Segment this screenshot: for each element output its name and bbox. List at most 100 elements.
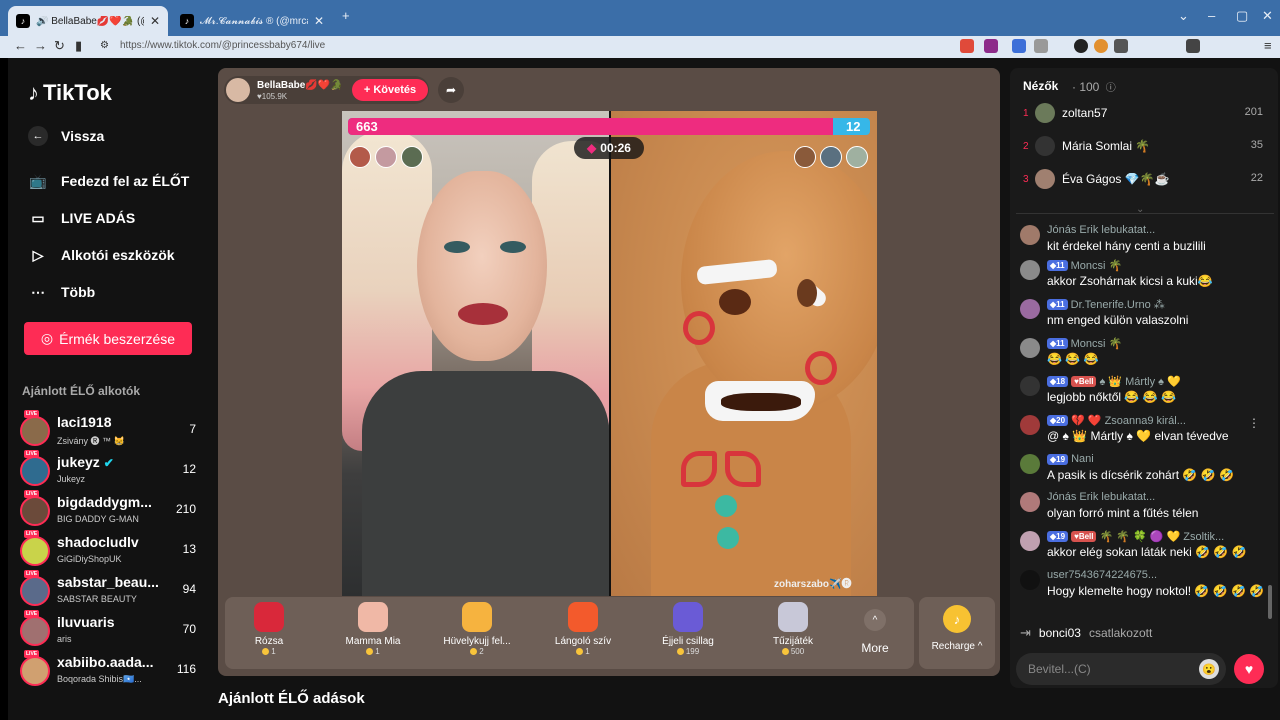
- extension-icon[interactable]: [1074, 39, 1088, 53]
- back-arrow-icon[interactable]: ←: [14, 38, 27, 53]
- chat-message[interactable]: ◆ 11 Dr.Tenerife.Urno ⁂ nm enged külön vala…: [1020, 298, 1265, 334]
- top-viewer[interactable]: 3 Éva Gágos 💎🌴☕ 22: [1023, 169, 1263, 193]
- supporter-avatar[interactable]: [820, 146, 842, 168]
- live-video[interactable]: [342, 111, 877, 596]
- suggested-creator[interactable]: LIVE sabstar_beau... SABSTAR BEAUTY 94: [20, 570, 200, 612]
- extension-icon[interactable]: [1094, 39, 1108, 53]
- gift-item[interactable]: Lángoló szív 1: [535, 602, 631, 668]
- tiktok-note-icon: ♪: [28, 80, 39, 105]
- top-viewer[interactable]: 1 zoltan57 201: [1023, 103, 1263, 127]
- creator-subtitle: Boqorada Shibis🇸🇴...: [57, 674, 142, 684]
- gingerbread-cheek: [805, 351, 837, 385]
- chat-scrollbar[interactable]: [1268, 585, 1272, 619]
- maximize-button[interactable]: ▢: [1236, 8, 1248, 24]
- tiktok-favicon-icon: ♪: [180, 14, 194, 28]
- bookmark-icon[interactable]: ▮: [75, 38, 82, 54]
- get-coins-button[interactable]: ◎ Érmék beszerzése: [24, 322, 192, 355]
- chat-username[interactable]: ◆ 18 ♥ Bell ♠ 👑 Mártly ♠ 💛: [1047, 375, 1181, 388]
- gift-item[interactable]: Éjjeli csillag 199: [640, 602, 736, 668]
- gift-item[interactable]: Rózsa 1: [221, 602, 317, 668]
- gingerbread-button: [717, 527, 739, 549]
- chat-message[interactable]: Jónás Erik lebukatat... kit érdekel hány …: [1020, 224, 1265, 260]
- supporter-avatar[interactable]: [401, 146, 423, 168]
- extension-icon[interactable]: [960, 39, 974, 53]
- chat-username[interactable]: ◆ 19 ♥ Bell 🌴 🌴 🍀 🟣 💛 Zsoltik...: [1047, 530, 1224, 543]
- chat-message[interactable]: ◆ 19 Nani A pasik is dícsérik zohárt 🤣 🤣 🤣: [1020, 453, 1265, 489]
- live-badge: LIVE: [24, 530, 40, 538]
- top-viewer[interactable]: 2 Mária Somlai 🌴 35: [1023, 136, 1263, 160]
- message-options-icon[interactable]: ⋮: [1248, 416, 1260, 430]
- gift-item[interactable]: Mamma Mia 1: [325, 602, 421, 668]
- info-icon[interactable]: ⓘ: [1106, 83, 1116, 94]
- follow-button[interactable]: + Követés: [352, 79, 428, 101]
- chat-message[interactable]: ◆ 11 Moncsi 🌴 😂 😂 😂: [1020, 337, 1265, 373]
- close-tab-icon[interactable]: ✕: [150, 14, 160, 28]
- site-settings-icon[interactable]: ⚙: [100, 40, 109, 51]
- chat-message[interactable]: ◆ 19 ♥ Bell 🌴 🌴 🍀 🟣 💛 Zsoltik... akkor elég s…: [1020, 530, 1265, 566]
- chat-avatar: [1020, 492, 1040, 512]
- more-gifts-button[interactable]: ^ More: [855, 609, 895, 665]
- host-avatar[interactable]: [226, 78, 250, 102]
- recharge-button[interactable]: ♪ Recharge ^: [919, 597, 995, 669]
- supporter-avatar[interactable]: [846, 146, 868, 168]
- supporter-avatar[interactable]: [375, 146, 397, 168]
- chat-message[interactable]: ◆ 18 ♥ Bell ♠ 👑 Mártly ♠ 💛 legjobb nőktől 😂 😂…: [1020, 375, 1265, 411]
- chat-username[interactable]: Jónás Erik lebukatat...: [1047, 224, 1155, 236]
- chat-avatar: [1020, 260, 1040, 280]
- reload-icon[interactable]: ↻: [54, 38, 65, 54]
- chat-message[interactable]: user7543674224675... Hogy klemelte hogy n…: [1020, 569, 1265, 605]
- extension-icon[interactable]: [1012, 39, 1026, 53]
- creator-subtitle: Zsivány 🅡 ™ 😸: [57, 436, 125, 446]
- extension-icon[interactable]: [1114, 39, 1128, 53]
- chat-username[interactable]: ◆ 20 💔 ❤️ Zsoanna9 királ...: [1047, 414, 1186, 427]
- nav-creator-tools[interactable]: ▷ Alkotói eszközök: [28, 245, 175, 265]
- supporter-avatar[interactable]: [349, 146, 371, 168]
- chat-username[interactable]: ◆ 11 Moncsi 🌴: [1047, 337, 1122, 350]
- chat-username[interactable]: Jónás Erik lebukatat...: [1047, 491, 1155, 503]
- nav-more[interactable]: ⋯ Több: [28, 282, 95, 302]
- tab-search-icon[interactable]: ⌄: [1178, 8, 1189, 24]
- browser-tab-inactive[interactable]: ♪ 𝓜𝓻.𝓒𝓪𝓷𝓷𝓪𝓫𝓲𝓼 ® (@mrcannabis_) ✕: [172, 6, 332, 36]
- close-window-button[interactable]: ✕: [1262, 8, 1273, 24]
- live-badge: LIVE: [24, 450, 40, 458]
- supporter-avatar[interactable]: [794, 146, 816, 168]
- nav-go-live[interactable]: ▭ LIVE ADÁS: [28, 208, 135, 228]
- gift-item[interactable]: Hüvelykujj fel... 2: [429, 602, 525, 668]
- url-field[interactable]: https://www.tiktok.com/@princessbaby674/…: [120, 40, 325, 51]
- gingerbread-eye: [797, 279, 817, 307]
- new-tab-button[interactable]: +: [342, 8, 350, 23]
- suggested-creator[interactable]: LIVE laci1918 Zsivány 🅡 ™ 😸 7: [20, 410, 200, 452]
- minimize-button[interactable]: –: [1208, 8, 1215, 23]
- sidebar-toggle-icon[interactable]: [1186, 39, 1200, 53]
- chat-message[interactable]: ◆ 11 Moncsi 🌴 akkor Zsohárnak kicsi a kuki😂: [1020, 259, 1265, 295]
- chat-username[interactable]: ◆ 19 Nani: [1047, 453, 1094, 465]
- chat-message[interactable]: Jónás Erik lebukatat... olyan forró mint …: [1020, 491, 1265, 527]
- browser-tab-active[interactable]: ♪ 🔊 BellaBabe💋❤️🐊 (@princessbaby674) ✕: [8, 6, 168, 36]
- suggested-creator[interactable]: LIVE jukeyz ✔ Jukeyz 12: [20, 450, 200, 492]
- tiktok-logo[interactable]: ♪ TikTok: [28, 80, 112, 106]
- gift-item[interactable]: Tűzijáték 500: [745, 602, 841, 668]
- heart-icon[interactable]: ♥: [1234, 654, 1264, 684]
- extension-icon[interactable]: [984, 39, 998, 53]
- suggested-creator[interactable]: LIVE xabiibo.aada... Boqorada Shibis🇸🇴... 1…: [20, 650, 200, 692]
- back-button[interactable]: ← Vissza: [28, 126, 104, 146]
- emoji-icon[interactable]: 😮: [1199, 659, 1219, 679]
- chat-username[interactable]: ◆ 11 Moncsi 🌴: [1047, 259, 1122, 272]
- chat-text: nm enged külön valaszolni: [1047, 313, 1189, 327]
- suggested-creator[interactable]: LIVE bigdaddygm... BIG DADDY G-MAN 210: [20, 490, 200, 532]
- suggested-creator[interactable]: LIVE iluvuaris aris 70: [20, 610, 200, 652]
- host-name[interactable]: BellaBabe💋❤️🐊: [257, 80, 343, 91]
- opponent-name[interactable]: zoharszabo✈️🅡: [774, 575, 851, 590]
- share-arrow-icon[interactable]: ➦: [438, 77, 464, 103]
- coin-icon: [262, 648, 270, 655]
- close-tab-icon[interactable]: ✕: [314, 14, 324, 28]
- menu-icon[interactable]: ≡: [1264, 38, 1272, 53]
- forward-arrow-icon[interactable]: →: [34, 38, 47, 53]
- suggested-creator[interactable]: LIVE shadocludlv GiGiDiyShopUK 13: [20, 530, 200, 572]
- chat-message[interactable]: ◆ 20 💔 ❤️ Zsoanna9 királ... @ ♠ 👑 Mártly ♠ …: [1020, 414, 1265, 450]
- chat-input[interactable]: Bevitel...(C): [1016, 653, 1226, 685]
- chat-username[interactable]: user7543674224675...: [1047, 569, 1157, 581]
- nav-explore-live[interactable]: 📺 Fedezd fel az ÉLŐT: [28, 171, 189, 191]
- extension-icon[interactable]: [1034, 39, 1048, 53]
- chat-username[interactable]: ◆ 11 Dr.Tenerife.Urno ⁂: [1047, 298, 1165, 311]
